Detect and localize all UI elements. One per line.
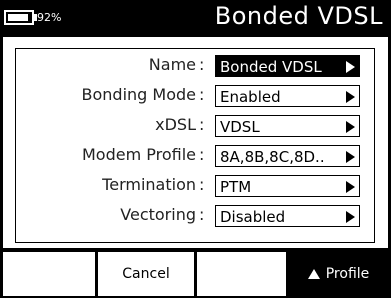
colon: : [199, 145, 205, 164]
right-triangle-icon [346, 211, 355, 223]
row-bonding-mode: Bonding Mode : Enabled [16, 83, 376, 109]
right-triangle-icon [346, 91, 355, 103]
vectoring-label: Vectoring [120, 205, 196, 224]
bonding-mode-value: Enabled [220, 88, 281, 106]
name-value: Bonded VDSL [220, 58, 322, 76]
modem-profile-label: Modem Profile [81, 145, 196, 164]
settings-form: Name : Bonded VDSL Bonding Mode : Enable… [15, 48, 375, 243]
screen-title: Bonded VDSL [214, 2, 383, 30]
row-modem-profile: Modem Profile : 8A,8B,8C,8D.. [16, 143, 376, 169]
cancel-button[interactable]: Cancel [98, 252, 194, 296]
termination-value: PTM [220, 178, 252, 196]
profile-label: Profile [325, 266, 370, 282]
xdsl-label: xDSL [155, 115, 196, 134]
xdsl-value: VDSL [220, 118, 260, 136]
bonding-mode-field[interactable]: Enabled [215, 85, 360, 107]
termination-label: Termination [102, 175, 196, 194]
bonding-mode-label: Bonding Mode [81, 85, 196, 104]
battery-fill [8, 14, 28, 21]
row-termination: Termination : PTM [16, 173, 376, 199]
termination-field[interactable]: PTM [215, 175, 360, 197]
up-triangle-icon [307, 269, 320, 279]
vectoring-value: Disabled [220, 208, 286, 226]
right-triangle-icon [346, 151, 355, 163]
profile-button[interactable]: Profile [289, 252, 388, 296]
name-label: Name [148, 55, 196, 74]
row-vectoring: Vectoring : Disabled [16, 203, 376, 229]
modem-profile-field[interactable]: 8A,8B,8C,8D.. [215, 145, 360, 167]
vectoring-field[interactable]: Disabled [215, 205, 360, 227]
colon: : [199, 205, 205, 224]
colon: : [199, 115, 205, 134]
softkey-1[interactable] [3, 252, 95, 296]
xdsl-field[interactable]: VDSL [215, 115, 360, 137]
status-header: 92% Bonded VDSL [0, 0, 391, 36]
row-xdsl: xDSL : VDSL [16, 113, 376, 139]
right-triangle-icon [346, 61, 355, 73]
battery-icon [4, 10, 34, 25]
right-triangle-icon [346, 121, 355, 133]
modem-profile-value: 8A,8B,8C,8D.. [220, 148, 325, 166]
softkey-3[interactable] [197, 252, 286, 296]
colon: : [199, 55, 205, 74]
settings-panel: Name : Bonded VDSL Bonding Mode : Enable… [3, 37, 388, 248]
row-name: Name : Bonded VDSL [16, 53, 376, 79]
colon: : [199, 175, 205, 194]
right-triangle-icon [346, 181, 355, 193]
softkey-bar: Cancel Profile [0, 250, 391, 298]
name-field[interactable]: Bonded VDSL [215, 55, 360, 77]
battery-percent: 92% [37, 11, 62, 24]
colon: : [199, 85, 205, 104]
